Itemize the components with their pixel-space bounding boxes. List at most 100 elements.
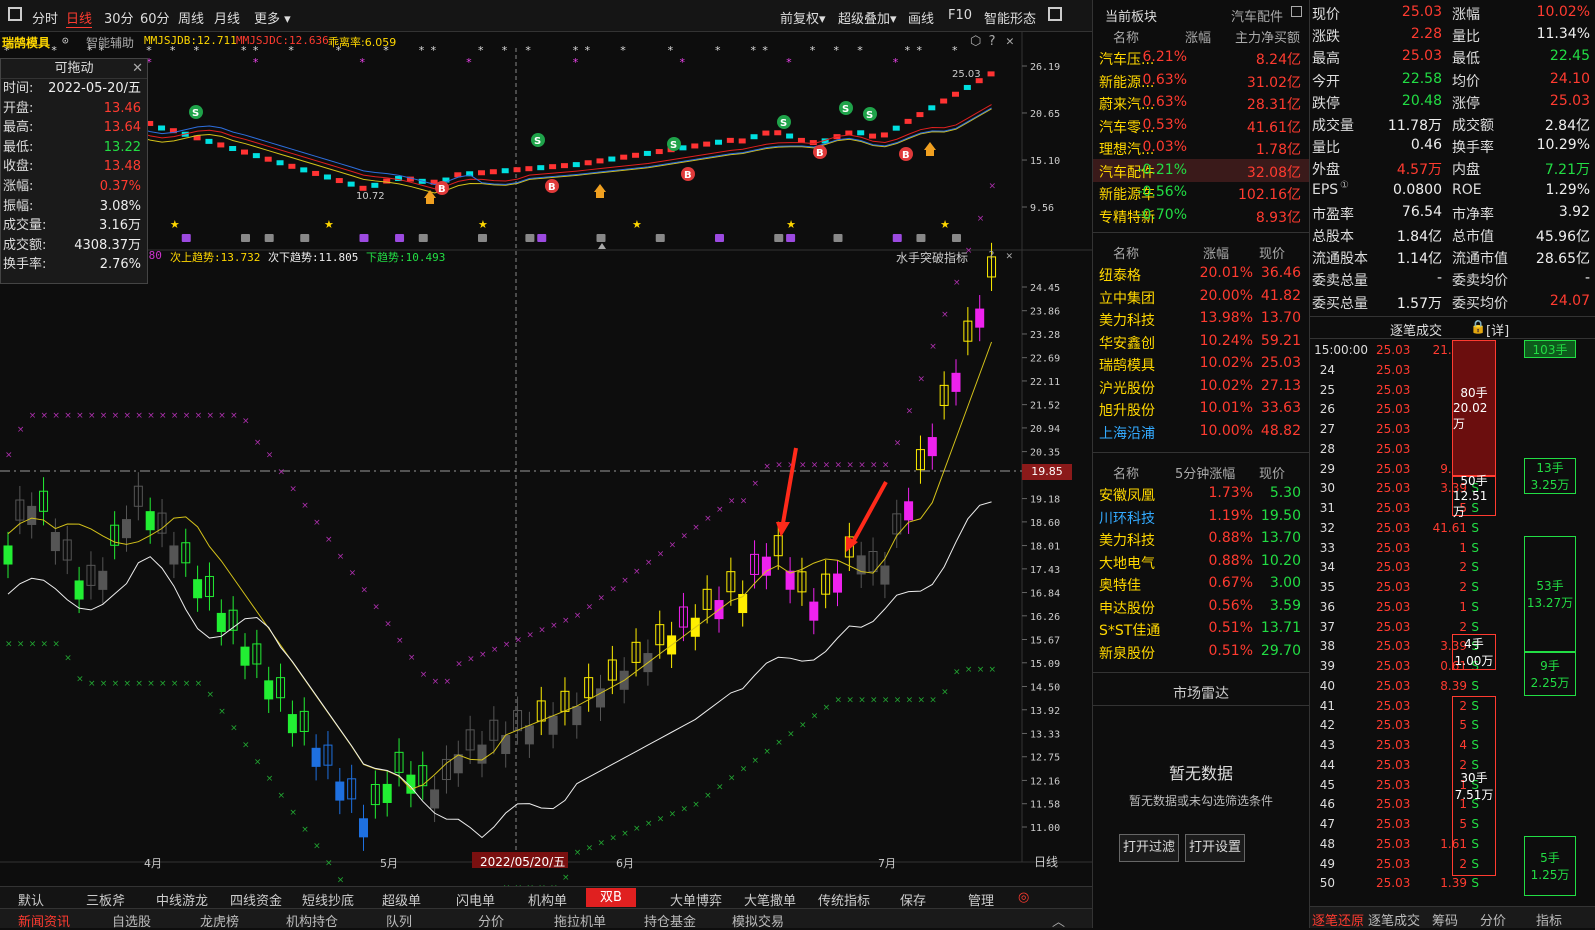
indicator-tab[interactable]: 双B: [586, 888, 636, 907]
ticks-detail-link[interactable]: [详]: [1486, 320, 1509, 339]
info-tab[interactable]: 分价: [478, 911, 504, 930]
list-item[interactable]: 申达股份 0.56% 3.59: [1093, 595, 1309, 618]
list-item[interactable]: 汽车零... 0.53% 41.61亿: [1093, 114, 1309, 137]
list-item[interactable]: 汽车配件 -0.21% 32.08亿: [1093, 158, 1309, 182]
list-item[interactable]: S*ST佳通 0.51% 13.71: [1093, 617, 1309, 640]
col-header[interactable]: 名称: [1113, 243, 1139, 262]
sector-menu-icon[interactable]: [1291, 6, 1302, 17]
more-menu[interactable]: 更多 ▾: [254, 8, 291, 27]
list-item[interactable]: 沪光股份 10.02% 27.13: [1093, 375, 1309, 398]
sell-order-block[interactable]: 30手 7.51万: [1452, 696, 1496, 876]
period-tab[interactable]: 60分: [140, 8, 170, 27]
period-tab[interactable]: 分时: [32, 8, 58, 27]
adjust-menu[interactable]: 前复权▾: [780, 8, 826, 27]
info-tab[interactable]: 龙虎榜: [200, 911, 239, 930]
overlay-menu[interactable]: 超级叠加▾: [838, 8, 897, 27]
info-tab[interactable]: 模拟交易: [732, 911, 784, 930]
indicator-tab[interactable]: 大单博弈: [670, 890, 722, 909]
indicator-tab[interactable]: 传统指标: [818, 890, 870, 909]
open-settings-button[interactable]: 打开设置: [1185, 834, 1245, 862]
list-item[interactable]: 专精特新 -0.70% 8.93亿: [1093, 204, 1309, 227]
list-item[interactable]: 纽泰格 20.01% 36.46: [1093, 262, 1309, 285]
list-item[interactable]: 汽车压... 6.21% 8.24亿: [1093, 46, 1309, 69]
close-icon[interactable]: ✕: [1006, 249, 1013, 262]
list-item[interactable]: 美力科技 0.88% 13.70: [1093, 527, 1309, 550]
collapse-icon[interactable]: ︿: [1052, 911, 1065, 930]
col-header[interactable]: 涨幅: [1185, 27, 1211, 46]
list-item[interactable]: 华安鑫创 10.24% 59.21: [1093, 330, 1309, 353]
indicator-tab[interactable]: 保存: [900, 890, 926, 909]
sell-order-block[interactable]: 50手 12.51万: [1452, 474, 1496, 519]
buy-order-block[interactable]: 5手 1.25万: [1524, 836, 1576, 896]
col-header[interactable]: 名称: [1113, 463, 1139, 482]
col-header[interactable]: 现价: [1259, 243, 1285, 262]
ticks-tab[interactable]: 筹码: [1432, 910, 1458, 929]
list-item[interactable]: 奥特佳 0.67% 3.00: [1093, 572, 1309, 595]
list-item[interactable]: 理想汽... 0.03% 1.78亿: [1093, 136, 1309, 159]
f10-button[interactable]: F10: [948, 8, 972, 23]
buy-order-block[interactable]: 103手: [1524, 340, 1576, 358]
indicator-tab[interactable]: 默认: [18, 890, 44, 909]
tab-scroll-icon[interactable]: ◎: [1018, 890, 1029, 905]
indicator-tab[interactable]: 三板斧: [86, 890, 125, 909]
period-tab[interactable]: 周线: [178, 8, 204, 27]
info-tab[interactable]: 机构持仓: [286, 911, 338, 930]
period-label[interactable]: 日线: [1034, 853, 1058, 870]
list-item[interactable]: 安徽凤凰 1.73% 5.30: [1093, 482, 1309, 505]
buy-order-block[interactable]: 53手 13.27万: [1524, 536, 1576, 652]
layout-toggle-icon[interactable]: [8, 7, 22, 21]
col-header[interactable]: 5分钟涨幅: [1175, 463, 1235, 482]
legend-dropdown-icon[interactable]: ⊙: [62, 34, 69, 47]
col-header[interactable]: 现价: [1259, 463, 1285, 482]
indicator-tab[interactable]: 大笔撒单: [744, 890, 796, 909]
list-item[interactable]: 美力科技 13.98% 13.70: [1093, 307, 1309, 330]
info-tab[interactable]: 拖拉机单: [554, 911, 606, 930]
period-tab[interactable]: 30分: [104, 8, 134, 27]
list-item[interactable]: 大地电气 0.88% 10.20: [1093, 550, 1309, 573]
indicator-tab[interactable]: 机构单: [528, 890, 567, 909]
col-header[interactable]: 涨幅: [1203, 243, 1229, 262]
buy-order-block[interactable]: 9手 2.25万: [1524, 652, 1576, 696]
sell-order-block[interactable]: 80手 20.02万: [1452, 340, 1496, 476]
ticks-tab[interactable]: 指标: [1536, 910, 1562, 929]
sell-order-block[interactable]: 4手 1.00万: [1452, 634, 1496, 670]
close-icon[interactable]: ✕: [132, 59, 143, 79]
list-item[interactable]: 瑞鹄模具 10.02% 25.03: [1093, 352, 1309, 375]
help-icon[interactable]: ?: [988, 34, 996, 49]
info-icon[interactable]: ①: [1340, 180, 1349, 191]
pattern-button[interactable]: 智能形态: [984, 8, 1036, 27]
list-item[interactable]: 旭升股份 10.01% 33.63: [1093, 397, 1309, 420]
indicator-tab[interactable]: 管理: [968, 890, 994, 909]
list-item[interactable]: 蔚来汽... 0.63% 28.31亿: [1093, 91, 1309, 114]
info-tab[interactable]: 队列: [386, 911, 412, 930]
help-icon[interactable]: ?: [988, 249, 995, 262]
buy-order-block[interactable]: 13手 3.25万: [1524, 458, 1576, 494]
indicator-tab[interactable]: 短线抄底: [302, 890, 354, 909]
col-header[interactable]: 主力净买额: [1235, 27, 1300, 46]
close-icon[interactable]: ✕: [1006, 34, 1014, 49]
list-item[interactable]: 新能源车 -0.56% 102.16亿: [1093, 181, 1309, 204]
crosshair-info-panel[interactable]: 可拖动 ✕ 时间: 2022-05-20/五 开盘: 13.46 最高: 13.64 最低: 1…: [0, 58, 148, 284]
ticks-tab[interactable]: 逐笔成交: [1368, 910, 1420, 929]
list-item[interactable]: 立中集团 20.00% 41.82: [1093, 285, 1309, 308]
lock-icon[interactable]: 🔒: [1470, 320, 1486, 335]
draw-line-button[interactable]: 画线: [908, 8, 934, 27]
indicator-tab[interactable]: 超级单: [382, 890, 421, 909]
indicator-tab[interactable]: 中线游龙: [156, 890, 208, 909]
ticks-tab[interactable]: 分价: [1480, 910, 1506, 929]
info-panel-title[interactable]: 可拖动 ✕: [1, 59, 147, 79]
settings-icon[interactable]: ⬡: [970, 34, 981, 49]
list-item[interactable]: 新泉股份 0.51% 29.70: [1093, 640, 1309, 663]
kline-chart[interactable]: 26.19 20.65 15.10 9.56 24.45 23.86 23.28 22.69…: [0, 32, 1092, 886]
period-tab-active[interactable]: 日线: [66, 8, 93, 28]
list-item[interactable]: 上海沿浦 10.00% 48.82: [1093, 420, 1309, 443]
ticks-tab[interactable]: 逐笔还原: [1312, 910, 1364, 929]
panel-toggle-icon[interactable]: [1048, 7, 1062, 21]
list-item[interactable]: 新能源... 0.63% 31.02亿: [1093, 69, 1309, 92]
info-tab[interactable]: 自选股: [112, 911, 151, 930]
period-tab[interactable]: 月线: [214, 8, 240, 27]
col-header[interactable]: 名称: [1113, 27, 1139, 46]
info-tab[interactable]: 持仓基金: [644, 911, 696, 930]
list-item[interactable]: 川环科技 1.19% 19.50: [1093, 505, 1309, 528]
open-filter-button[interactable]: 打开过滤: [1119, 834, 1179, 862]
